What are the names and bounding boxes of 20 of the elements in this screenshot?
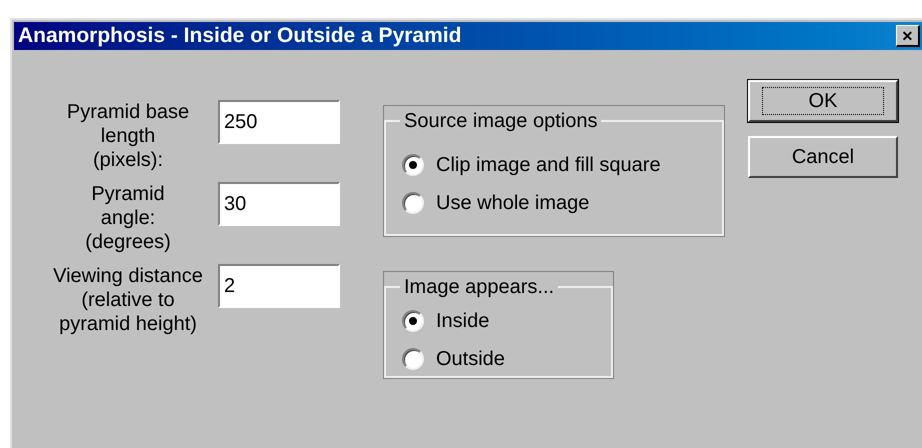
input-field[interactable]: 2 xyxy=(218,264,340,308)
dialog-button[interactable]: Cancel xyxy=(748,136,898,178)
radio-button[interactable] xyxy=(402,192,424,214)
close-button[interactable]: ✕ xyxy=(896,25,920,47)
option-label: Outside xyxy=(436,347,505,372)
dialog-button[interactable]: OK xyxy=(748,80,898,122)
option-label: Use whole image xyxy=(436,191,590,216)
radio-button[interactable] xyxy=(402,154,424,176)
radio-button[interactable] xyxy=(402,348,424,370)
group-title: Source image options xyxy=(403,109,598,134)
group-title: Image appears... xyxy=(403,275,556,300)
window-title: Anamorphosis - Inside or Outside a Pyramid xyxy=(18,23,462,50)
field-label: Pyramid angle: (degrees) xyxy=(84,182,172,254)
field-label: Viewing distance (relative to pyramid height) xyxy=(52,264,204,336)
option-label: Clip image and fill square xyxy=(436,153,661,178)
input-field[interactable]: 250 xyxy=(218,100,340,144)
radio-button[interactable] xyxy=(402,310,424,332)
input-field[interactable]: 30 xyxy=(218,182,340,226)
field-label: Pyramid base length (pixels): xyxy=(66,100,190,172)
option-label: Inside xyxy=(436,309,490,334)
